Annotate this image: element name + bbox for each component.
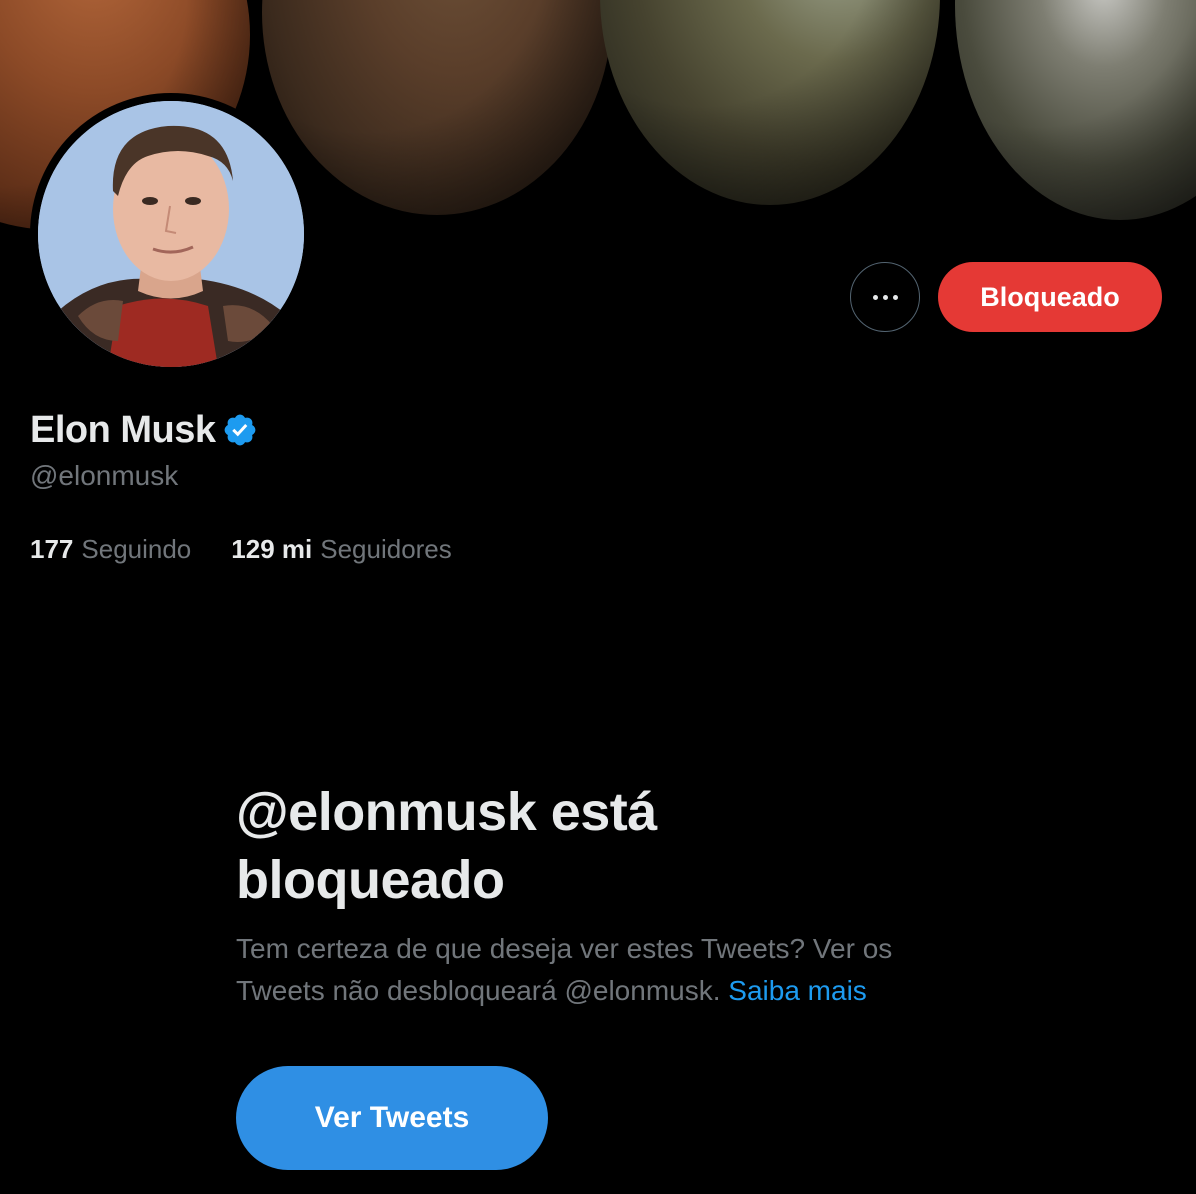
planet-green-image: [600, 0, 940, 205]
display-name: Elon Musk: [30, 408, 216, 451]
followers-count: 129 mi: [231, 534, 313, 564]
blocked-notice-title: @elonmusk está bloqueado: [236, 782, 657, 910]
user-handle: @elonmusk: [30, 460, 179, 491]
blocked-button[interactable]: Bloqueado: [938, 262, 1162, 332]
following-label: Seguindo: [81, 534, 192, 564]
avatar-photo: [38, 101, 304, 367]
following-stat-link[interactable]: 177 Seguindo: [30, 534, 191, 565]
followers-label: Seguidores: [320, 534, 452, 564]
blocked-notice-description: Tem certeza de que deseja ver estes Twee…: [236, 928, 976, 1012]
verified-badge-icon[interactable]: [222, 412, 258, 448]
avatar-portrait-image: [38, 101, 304, 367]
display-name-row: Elon Musk: [30, 405, 258, 455]
planet-brown-image: [262, 0, 612, 215]
planet-earth-like-image: [955, 0, 1196, 220]
avatar[interactable]: [30, 93, 312, 375]
profile-stats: 177 Seguindo 129 mi Seguidores: [30, 534, 452, 565]
more-options-button[interactable]: [850, 262, 920, 332]
more-horizontal-icon: [872, 294, 898, 300]
view-tweets-button[interactable]: Ver Tweets: [236, 1066, 548, 1170]
learn-more-link[interactable]: Saiba mais: [728, 975, 867, 1006]
followers-stat-link[interactable]: 129 mi Seguidores: [231, 534, 452, 565]
following-count: 177: [30, 534, 74, 564]
